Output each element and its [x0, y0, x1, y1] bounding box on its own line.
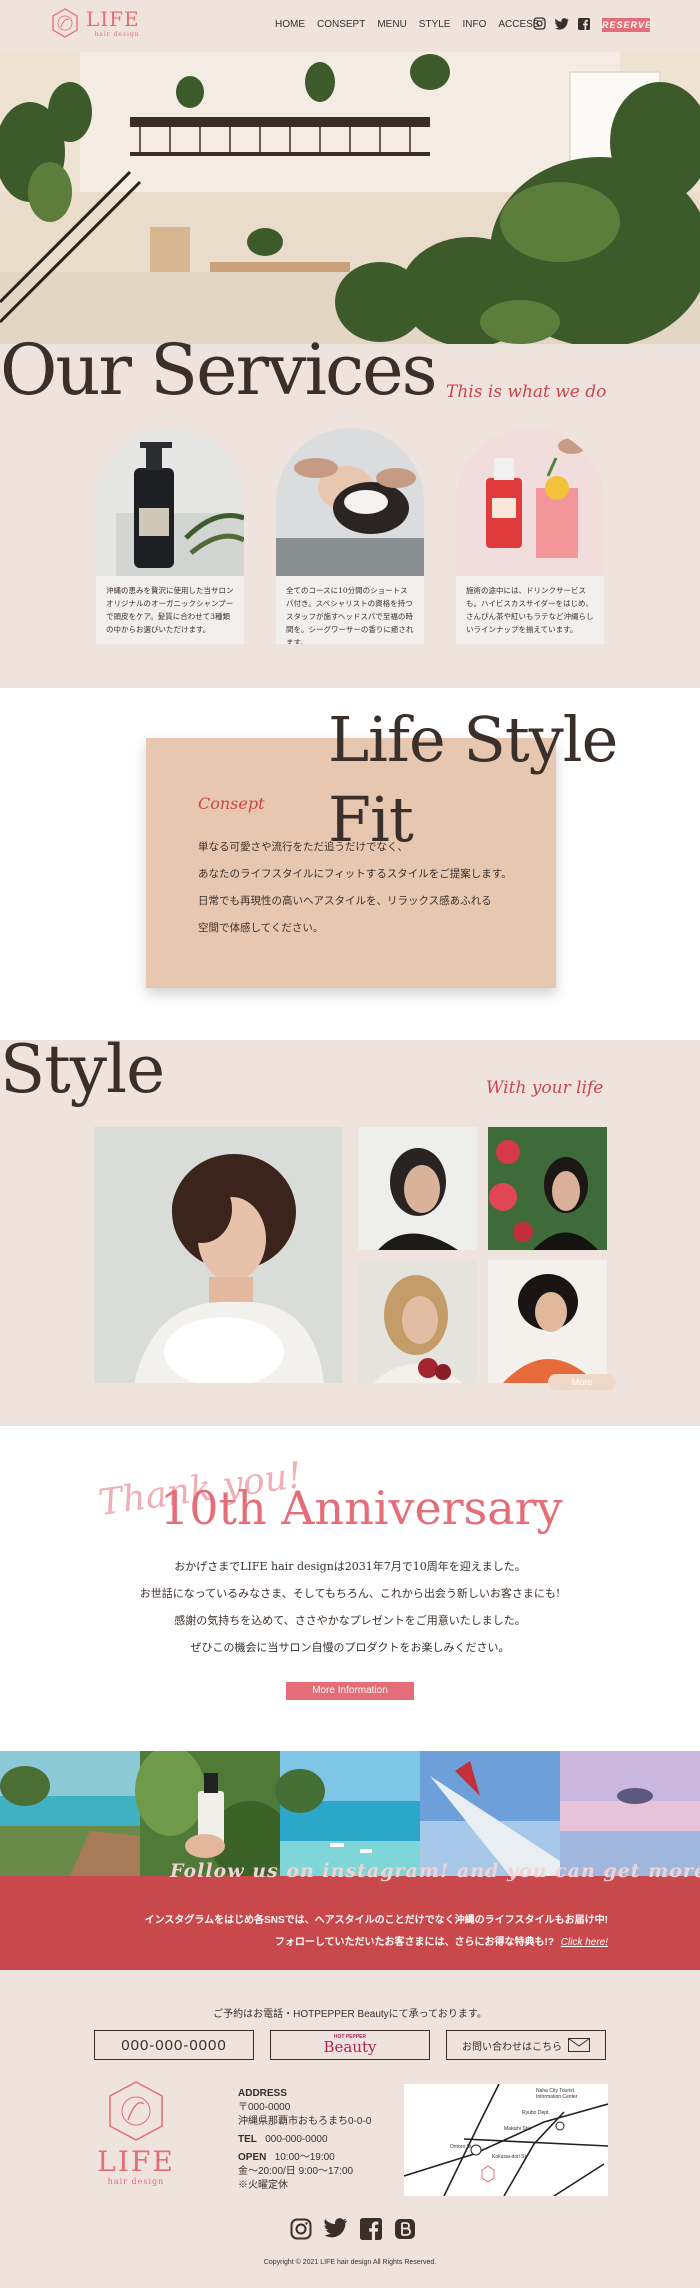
map-label-kokusai: Kokusai-dori St.	[492, 2154, 528, 2160]
footer-logo-sub: hair design	[107, 2177, 165, 2186]
site-header: LIFE hair design HOME CONSEPT MENU STYLE…	[0, 0, 700, 52]
open-label: OPEN	[238, 2152, 267, 2163]
nav-info[interactable]: INFO	[462, 19, 486, 30]
concept-line: 日常でも再現性の高いヘアスタイルを、リラックス感あふれる	[198, 895, 492, 907]
style-photo-4[interactable]	[358, 1260, 477, 1383]
nav-style[interactable]: STYLE	[419, 19, 451, 30]
services-title: Our Services	[0, 329, 438, 411]
anniversary-title: 10th Anniversary	[160, 1481, 563, 1535]
shampoo-photo	[96, 428, 244, 576]
hotpepper-icon[interactable]	[394, 2218, 416, 2240]
open-weekend: 金〜20:00/日 9:00〜17:00	[238, 2166, 354, 2177]
services-tagline: This is what we do	[446, 382, 607, 402]
insta-photo-sea	[275, 1751, 420, 1876]
footer-logo-text: LIFE	[97, 2145, 175, 2178]
service-text-headspa: 全てのコースに10分間のショートスパ付き。スペシャリストの資格を持つスタッフが施…	[286, 586, 414, 644]
insta-photo-beach	[0, 1751, 140, 1876]
facebook-icon[interactable]	[360, 2218, 382, 2240]
phone-number: 000-000-0000	[121, 2036, 227, 2054]
contact-label: お問い合わせはこちら	[462, 2041, 562, 2053]
twitter-icon[interactable]	[324, 2218, 348, 2238]
instagram-follow-text: Follow us on instagram! and you can get …	[170, 1860, 700, 1882]
concept-label: Consept	[198, 794, 265, 813]
anniversary-line: ぜひこの機会に当サロン自慢のプロダクトをお楽しみください。	[190, 1641, 510, 1654]
style-title: Style	[0, 1031, 165, 1108]
service-text-drink: 施術の途中には、ドリンクサービスも。ハイビスカスサイダーをはじめ、さんぴん茶や紅…	[466, 586, 594, 634]
copyright: Copyright © 2021 LIFE hair design All Ri…	[263, 2259, 437, 2266]
insta-photo-sunset	[560, 1751, 700, 1876]
tel-number[interactable]: 000-000-0000	[265, 2134, 327, 2145]
concept-title: Life Style Fit	[328, 703, 618, 856]
anniversary-line: おかげさまでLIFE hair designは2031年7月で10周年を迎えまし…	[174, 1560, 526, 1573]
instagram-text-1: インスタグラムをはじめ各SNSでは、ヘアスタイルのことだけでなく沖縄のライフスタ…	[144, 1915, 608, 1926]
style-photo-3[interactable]	[488, 1127, 607, 1250]
tel-label: TEL	[238, 2134, 257, 2145]
phone-button[interactable]: 000-000-0000	[94, 2030, 254, 2060]
twitter-icon[interactable]	[555, 17, 569, 30]
style-more-button[interactable]: More	[548, 1374, 616, 1390]
mail-icon	[568, 2038, 590, 2052]
logo-sub: hair design	[94, 30, 140, 38]
insta-photo-serum	[135, 1746, 290, 1881]
footer-logo[interactable]: LIFE hair design	[96, 2080, 176, 2186]
drink-photo	[456, 428, 604, 576]
logo-hex-icon	[52, 8, 78, 38]
service-text-shampoo: 沖縄の恵みを贅沢に使用した当サロンオリジナルのオーガニックシャンプーで頭皮をケア…	[106, 586, 234, 634]
hero-image	[0, 52, 700, 344]
hero-interior-illustration	[0, 52, 700, 344]
footer-logo-hex-icon	[109, 2081, 163, 2141]
main-nav: HOME CONSEPT MENU STYLE INFO ACCESS	[275, 19, 540, 30]
contact-button[interactable]: お問い合わせはこちら	[446, 2030, 606, 2060]
address-postal: 〒000-0000	[238, 2102, 291, 2113]
footer-social	[290, 2218, 416, 2240]
nav-menu[interactable]: MENU	[377, 19, 406, 30]
footer-address-block: ADDRESS 〒000-0000 沖縄県那覇市おもろまち0-0-0 TEL 0…	[238, 2087, 371, 2193]
access-map[interactable]: Naha City Tourist Information Center Ryu…	[404, 2084, 608, 2196]
concept-line: 空間で体感してください。	[198, 922, 324, 934]
map-label-omoro: Omoro St.	[450, 2144, 473, 2150]
concept-line: あなたのライフスタイルにフィットするスタイルをご提案します。	[198, 868, 512, 880]
map-label-tourist-center: Naha City Tourist Information Center	[536, 2088, 578, 2100]
headspa-photo	[276, 428, 424, 576]
anniversary-line: お世話になっているみなさま、そしてもちろん、これから出会う新しいお客さまにも!	[139, 1587, 561, 1600]
hotpepper-big-label: Beauty	[323, 2038, 377, 2056]
header-social	[533, 17, 590, 30]
instagram-click-link[interactable]: Click here!	[561, 1937, 608, 1948]
instagram-photo-strip[interactable]	[0, 1746, 700, 1881]
instagram-text-2-body: フォローしていただいたお客さまには、さらにお得な特典も!?	[274, 1937, 554, 1948]
more-information-button[interactable]: More Information	[286, 1682, 414, 1700]
anniversary-text: おかげさまでLIFE hair designは2031年7月で10周年を迎えまし…	[0, 1553, 700, 1661]
instagram-icon[interactable]	[533, 17, 546, 30]
style-photo-5[interactable]	[488, 1260, 607, 1383]
style-photo-main[interactable]	[94, 1127, 342, 1383]
service-card-headspa: 全てのコースに10分間のショートスパ付き。スペシャリストの資格を持つスタッフが施…	[276, 428, 424, 644]
open-hours: 10:00〜19:00	[274, 2152, 335, 2163]
map-label-makishi: Makishi Sta.	[504, 2126, 532, 2132]
style-photo-2[interactable]	[358, 1127, 477, 1250]
header-logo[interactable]: LIFE hair design	[50, 8, 140, 38]
closed-day: ※火曜定休	[238, 2180, 288, 2191]
reservation-note: ご予約はお電話・HOTPEPPER Beautyにて承っております。	[213, 2009, 487, 2020]
nav-home[interactable]: HOME	[275, 19, 305, 30]
address-text: 沖縄県那覇市おもろまち0-0-0	[238, 2116, 372, 2127]
reserve-button[interactable]: RESERVE	[602, 18, 651, 32]
instagram-text-2: フォローしていただいたお客さまには、さらにお得な特典も!? Click here…	[275, 1933, 608, 1948]
insta-photo-plane	[420, 1751, 560, 1876]
logo-text: LIFE	[86, 6, 140, 31]
service-card-shampoo: 沖縄の恵みを贅沢に使用した当サロンオリジナルのオーガニックシャンプーで頭皮をケア…	[96, 428, 244, 644]
address-label: ADDRESS	[238, 2088, 287, 2099]
instagram-icon[interactable]	[290, 2218, 312, 2240]
facebook-icon[interactable]	[578, 17, 590, 30]
hotpepper-button[interactable]: HOT PEPPER Beauty	[270, 2030, 430, 2060]
map-label-ryubo: Ryubo Dept.	[522, 2110, 550, 2116]
anniversary-line: 感謝の気持ちを込めて、ささやかなプレゼントをご用意いたしました。	[174, 1614, 526, 1627]
nav-consept[interactable]: CONSEPT	[317, 19, 365, 30]
service-card-drink: 施術の途中には、ドリンクサービスも。ハイビスカスサイダーをはじめ、さんぴん茶や紅…	[456, 428, 604, 644]
style-tagline: With your life	[486, 1078, 604, 1098]
